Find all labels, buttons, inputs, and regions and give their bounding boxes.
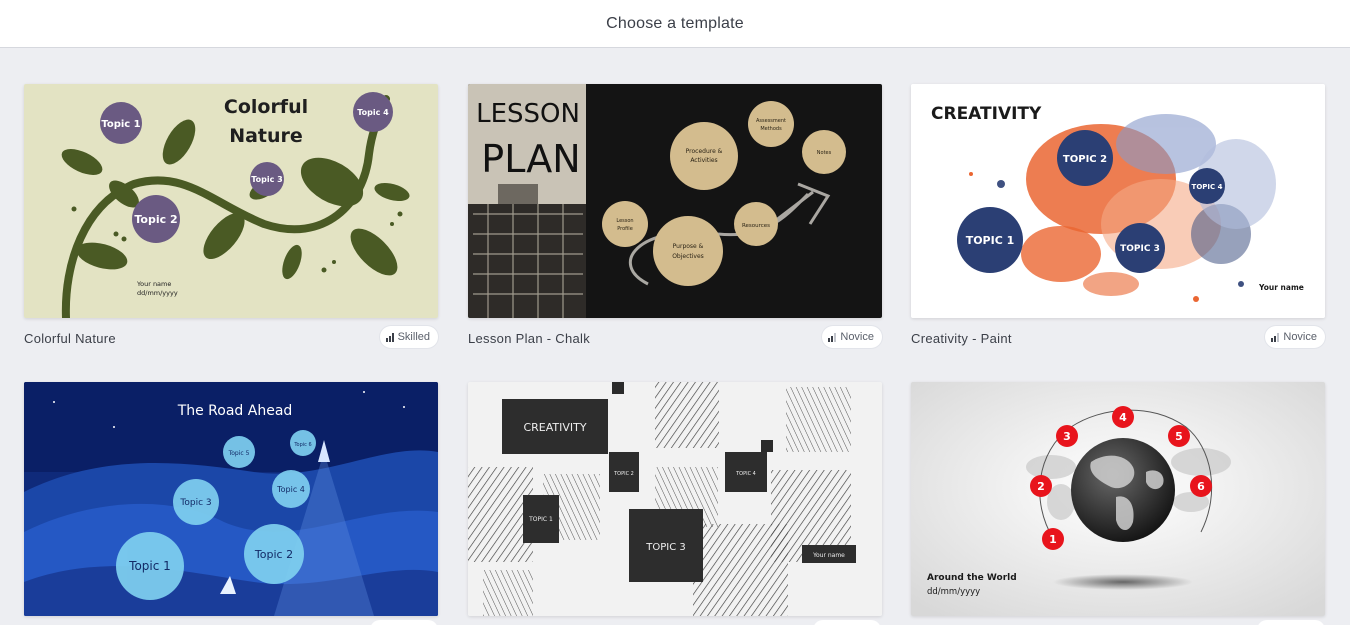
step-label: 2 [1037, 480, 1045, 493]
template-name: Lesson Plan - Chalk [468, 331, 591, 346]
date-label: dd/mm/yyyy [137, 289, 178, 297]
template-card-creativity-sketch[interactable]: CREATIVITY TOPIC 2 TOPIC 4 TOPIC 1 TOPIC… [468, 382, 882, 616]
topic-label: Topic 1 [128, 559, 171, 573]
slide-title: PLAN [481, 137, 580, 181]
template-thumbnail[interactable]: LESSON PLAN Procedure & Activities Asses… [468, 84, 882, 318]
top-bar: Choose a template [0, 0, 1350, 48]
step-label: 6 [1197, 480, 1205, 493]
topic-label: Topic 4 [357, 108, 389, 117]
level-badge: Novice [822, 326, 882, 348]
level-badge [813, 620, 881, 625]
around-the-world-preview: 1 2 3 4 5 6 Around the World dd/mm/yyyy [911, 382, 1325, 616]
template-name: Creativity - Paint [911, 331, 1012, 346]
slide-title: Around the World [927, 573, 1017, 583]
node-label: Methods [760, 126, 782, 132]
node-label: Objectives [672, 253, 704, 260]
node-label: Lesson [616, 218, 633, 224]
signal-bars-icon [385, 332, 394, 342]
topic-label: Topic 5 [228, 450, 250, 457]
signal-bars-icon [1271, 332, 1280, 342]
creativity-sketch-preview: CREATIVITY TOPIC 2 TOPIC 4 TOPIC 1 TOPIC… [468, 382, 882, 616]
author-label: Your name [136, 280, 171, 288]
topic-label: TOPIC 1 [528, 516, 553, 523]
node-label: Profile [617, 226, 633, 232]
template-thumbnail[interactable]: The Road Ahead Topic 1 Topic 2 Topic 3 T… [24, 382, 438, 616]
signal-bars-icon [828, 332, 837, 342]
template-thumbnail[interactable]: Colorful Nature Topic 1 Topic 2 Topic 3 … [24, 84, 438, 318]
topic-label: TOPIC 3 [645, 542, 685, 553]
level-label: Novice [840, 331, 874, 343]
level-badge [370, 620, 438, 625]
level-badge [1257, 620, 1325, 625]
topic-label: Topic 3 [179, 498, 211, 508]
step-label: 3 [1063, 430, 1071, 443]
date-label: dd/mm/yyyy [927, 587, 980, 597]
node-label: Assessment [756, 118, 786, 124]
topic-label: TOPIC 4 [1192, 183, 1223, 191]
topic-label: Topic 2 [134, 213, 177, 226]
template-name: Colorful Nature [24, 331, 116, 346]
slide-title: CREATIVITY [523, 421, 586, 434]
step-label: 1 [1049, 533, 1057, 546]
topic-label: TOPIC 4 [735, 471, 756, 477]
page-title: Choose a template [606, 14, 744, 32]
node-label: Activities [690, 157, 717, 164]
node-label: Purpose & [673, 243, 704, 250]
level-label: Novice [1283, 331, 1317, 343]
topic-label: Topic 2 [254, 548, 293, 561]
slide-title: Nature [229, 125, 303, 147]
template-card-road-ahead[interactable]: The Road Ahead Topic 1 Topic 2 Topic 3 T… [24, 382, 438, 616]
template-card-creativity-paint[interactable]: CREATIVITY TOPIC 2 TOPIC 1 TOPIC 3 TOPIC… [911, 84, 1325, 352]
lesson-plan-preview: LESSON PLAN Procedure & Activities Asses… [468, 84, 882, 318]
topic-label: Topic 6 [293, 442, 311, 448]
level-badge: Skilled [379, 326, 438, 348]
topic-label: TOPIC 1 [966, 234, 1015, 247]
level-badge: Novice [1265, 326, 1325, 348]
template-card-around-the-world[interactable]: 1 2 3 4 5 6 Around the World dd/mm/yyyy [911, 382, 1325, 616]
template-thumbnail[interactable]: 1 2 3 4 5 6 Around the World dd/mm/yyyy [911, 382, 1325, 616]
slide-title: The Road Ahead [177, 403, 293, 419]
slide-title: CREATIVITY [931, 104, 1042, 124]
step-label: 5 [1175, 430, 1183, 443]
author-label: Your name [1258, 283, 1304, 292]
topic-label: Topic 3 [251, 175, 282, 184]
slide-title: Colorful [224, 96, 308, 118]
colorful-nature-preview: Colorful Nature Topic 1 Topic 2 Topic 3 … [24, 84, 438, 318]
template-thumbnail[interactable]: CREATIVITY TOPIC 2 TOPIC 1 TOPIC 3 TOPIC… [911, 84, 1325, 318]
node-label: Procedure & [686, 148, 723, 155]
slide-title: LESSON [476, 99, 580, 129]
road-ahead-preview: The Road Ahead Topic 1 Topic 2 Topic 3 T… [24, 382, 438, 616]
author-label: Your name [812, 552, 845, 559]
creativity-paint-preview: CREATIVITY TOPIC 2 TOPIC 1 TOPIC 3 TOPIC… [911, 84, 1325, 318]
template-card-lesson-plan-chalk[interactable]: LESSON PLAN Procedure & Activities Asses… [468, 84, 882, 352]
node-label: Resources [742, 223, 770, 229]
topic-label: Topic 4 [276, 485, 305, 494]
topic-label: TOPIC 2 [613, 471, 634, 477]
step-label: 4 [1119, 411, 1127, 424]
template-thumbnail[interactable]: CREATIVITY TOPIC 2 TOPIC 4 TOPIC 1 TOPIC… [468, 382, 882, 616]
level-label: Skilled [397, 331, 430, 343]
node-label: Notes [817, 150, 832, 156]
topic-label: TOPIC 2 [1063, 154, 1107, 165]
topic-label: Topic 1 [101, 119, 140, 130]
template-card-colorful-nature[interactable]: Colorful Nature Topic 1 Topic 2 Topic 3 … [24, 84, 438, 352]
topic-label: TOPIC 3 [1120, 244, 1160, 254]
